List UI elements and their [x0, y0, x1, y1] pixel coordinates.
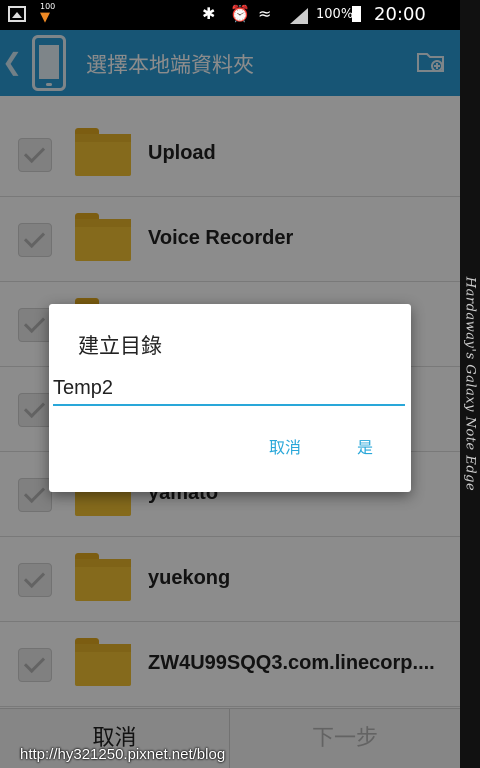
clock: 20:00 [374, 4, 426, 25]
edge-text: Hardaway's Galaxy Note Edge [462, 276, 478, 492]
signal-icon [290, 8, 308, 24]
wifi-icon: ≈ [258, 4, 272, 23]
watermark: http://hy321250.pixnet.net/blog [20, 746, 226, 763]
gallery-icon [8, 6, 26, 22]
dialog-cancel-button[interactable]: 取消 [269, 434, 301, 458]
alarm-icon: ⏰ [230, 4, 250, 23]
app-screen: ❮ 選擇本地端資料夾 Upload Voice Recorder yamato [0, 0, 460, 768]
status-bar: 100 ▼ ✱ ⏰ ≈ 100% 20:00 [0, 0, 480, 30]
battery-icon [352, 6, 361, 22]
folder-name-input[interactable] [53, 372, 405, 406]
dialog-title: 建立目錄 [78, 334, 162, 358]
dialog-confirm-button[interactable]: 是 [357, 434, 373, 458]
create-folder-dialog: 建立目錄 取消 是 [49, 304, 411, 492]
download-icon: ▼ [40, 10, 50, 25]
bluetooth-icon: ✱ [202, 4, 216, 23]
battery-percent: 100% [316, 7, 354, 22]
